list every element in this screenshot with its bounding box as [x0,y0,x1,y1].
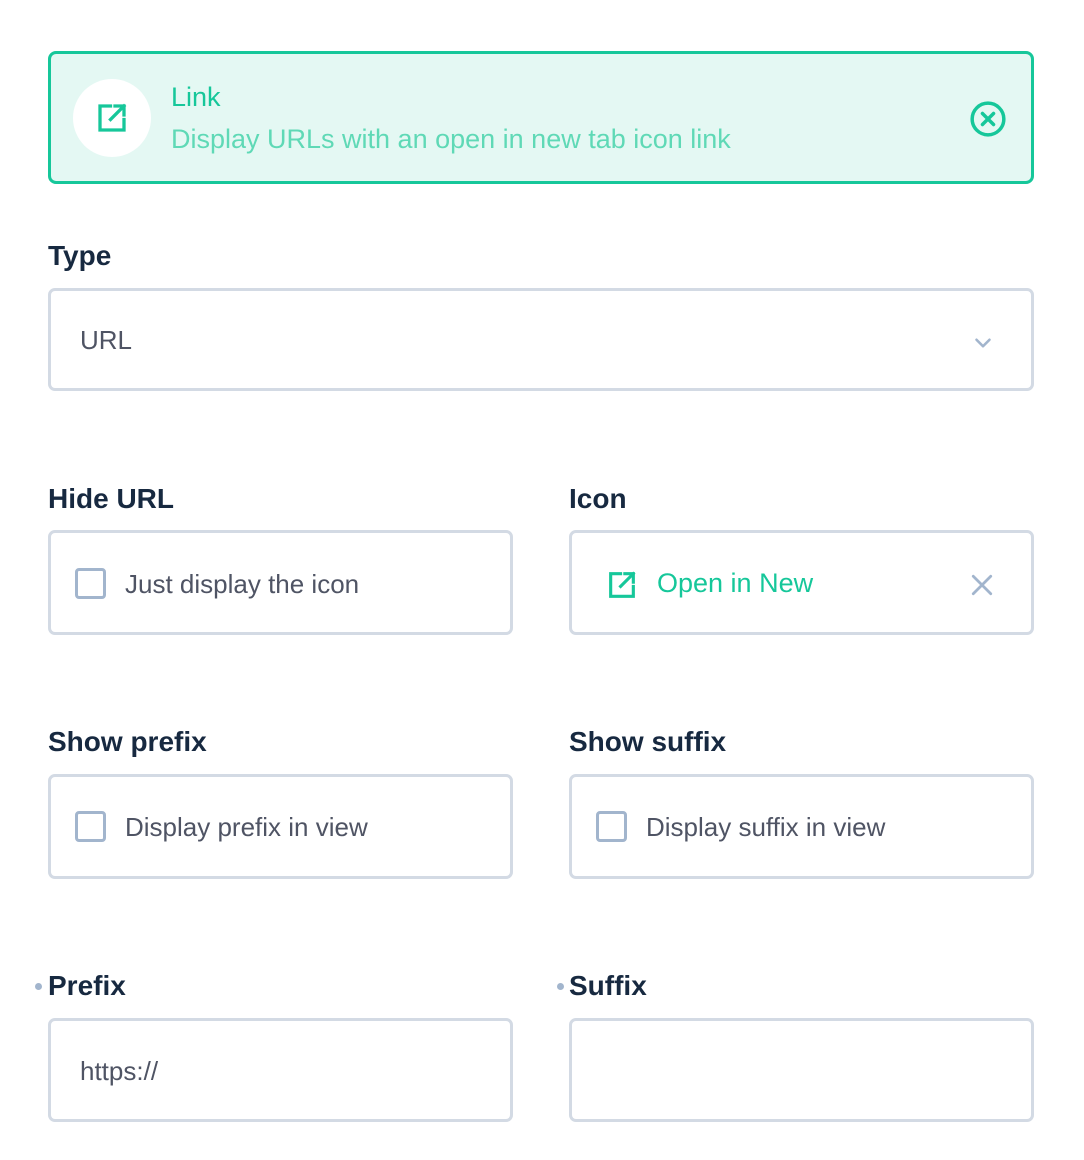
show-suffix-label: Show suffix [569,726,727,757]
banner-subtitle: Display URLs with an open in new tab ico… [171,124,731,154]
open-in-new-icon [604,567,640,603]
suffix-input-wrapper [569,1018,1034,1122]
show-suffix-checkbox[interactable] [596,811,627,842]
interface-banner: Link Display URLs with an open in new ta… [48,51,1034,184]
suffix-label: Suffix [569,970,647,1001]
suffix-input[interactable] [601,1053,1001,1089]
type-select-value: URL [80,325,133,355]
icon-select-value: Open in New [657,568,814,598]
hide-url-label: Hide URL [48,483,174,514]
prefix-input-wrapper [48,1018,513,1122]
close-circle-icon[interactable] [969,100,1007,138]
required-dot [35,983,42,990]
show-suffix-field[interactable]: Display suffix in view [569,774,1034,879]
chevron-down-icon [968,328,998,358]
banner-icon-circle [73,79,151,157]
show-prefix-label: Show prefix [48,726,207,757]
prefix-input[interactable] [80,1053,480,1089]
show-suffix-checkbox-label: Display suffix in view [646,812,886,842]
hide-url-field[interactable]: Just display the icon [48,530,513,635]
hide-url-checkbox[interactable] [75,568,106,599]
type-label: Type [48,240,112,271]
show-prefix-checkbox[interactable] [75,811,106,842]
show-prefix-field[interactable]: Display prefix in view [48,774,513,879]
icon-label: Icon [569,483,627,514]
show-prefix-checkbox-label: Display prefix in view [125,812,368,842]
hide-url-checkbox-label: Just display the icon [125,569,360,599]
icon-select[interactable]: Open in New [569,530,1034,635]
prefix-label: Prefix [48,970,126,1001]
required-dot [557,983,564,990]
type-select[interactable]: URL [48,288,1034,391]
open-in-new-icon [94,100,130,136]
banner-title: Link [171,82,221,112]
close-icon[interactable] [965,568,999,602]
